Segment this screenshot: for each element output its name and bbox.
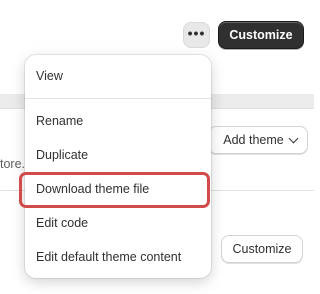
theme-page: ••• Customize Add theme tore. Customize … — [0, 0, 314, 294]
more-actions-button[interactable]: ••• — [183, 22, 210, 48]
menu-item-duplicate[interactable]: Duplicate — [25, 140, 211, 170]
chevron-down-icon — [288, 133, 299, 143]
actions-dropdown-menu: View Rename Duplicate Download theme fil… — [19, 55, 211, 278]
menu-divider — [25, 98, 211, 99]
menu-item-edit-code[interactable]: Edit code — [25, 208, 211, 238]
add-theme-button[interactable]: Add theme — [208, 126, 308, 154]
add-theme-label: Add theme — [223, 133, 284, 147]
menu-item-download-theme-file[interactable]: Download theme file — [25, 174, 211, 204]
menu-item-view[interactable]: View — [25, 61, 211, 91]
menu-item-edit-default-theme-content[interactable]: Edit default theme content — [25, 242, 211, 272]
theme-description-text: tore. — [0, 157, 26, 171]
menu-item-rename[interactable]: Rename — [25, 106, 211, 136]
customize-button[interactable]: Customize — [218, 21, 304, 49]
customize-theme-button[interactable]: Customize — [221, 235, 303, 263]
more-icon: ••• — [187, 25, 206, 41]
